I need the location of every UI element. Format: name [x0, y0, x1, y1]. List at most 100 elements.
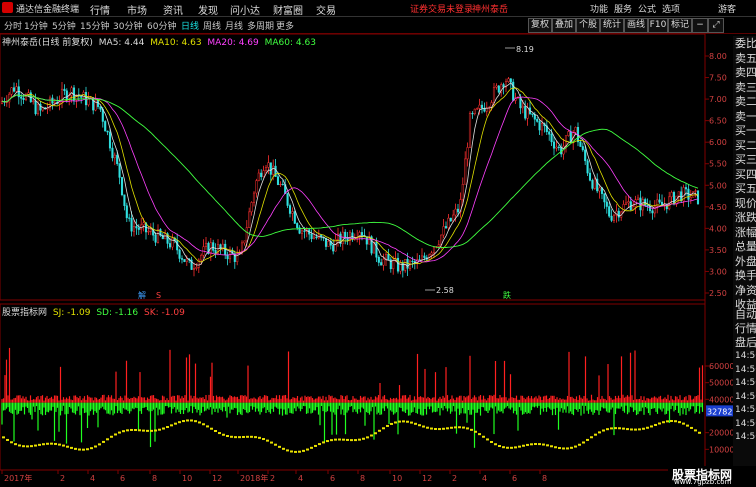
- candle-body-14: [34, 100, 37, 115]
- wave-dot: [30, 445, 33, 448]
- wave-dot: [82, 448, 85, 451]
- wave-dot: [506, 446, 509, 449]
- wave-dot: [346, 438, 349, 441]
- candle-body-195: [468, 113, 472, 148]
- wave-dot: [306, 448, 309, 451]
- candle-body-229: [550, 134, 553, 143]
- candle-body-252: [605, 201, 608, 207]
- price-label-4: 6.00: [709, 138, 727, 147]
- wave-dot: [690, 426, 693, 429]
- wave-dot: [482, 435, 485, 438]
- side-label-11: 现价: [735, 196, 756, 210]
- candle-body-163: [392, 260, 395, 270]
- wave-dot: [66, 445, 69, 448]
- wave-dot: [602, 429, 605, 432]
- candle-body-74: [178, 249, 181, 259]
- wave-dot: [118, 431, 121, 434]
- wave-dot: [310, 446, 313, 449]
- wave-dot: [134, 428, 137, 431]
- candle-body-189: [454, 208, 457, 216]
- date-label-10: 6: [330, 474, 335, 483]
- candle-body-221: [531, 113, 534, 115]
- wave-dot: [386, 424, 389, 427]
- wave-dot: [650, 425, 653, 428]
- wave-dot: [366, 436, 369, 439]
- candle-body-254: [610, 215, 613, 221]
- wave-dot: [426, 426, 429, 429]
- wave-dot: [374, 432, 377, 435]
- candle-body-222: [533, 114, 536, 120]
- wave-dot: [590, 436, 593, 439]
- candle-body-150: [360, 232, 364, 236]
- wave-dot: [330, 439, 333, 442]
- candle-body-49: [118, 163, 121, 178]
- sub-label-5: 10000: [709, 445, 734, 454]
- wave-dot: [562, 447, 565, 450]
- wave-dot: [86, 448, 89, 451]
- date-label-14: 2: [452, 474, 457, 483]
- candle-body-182: [437, 244, 440, 247]
- wave-dot: [654, 423, 657, 426]
- legend-ma10: MA10: 4.63: [150, 38, 202, 48]
- side-label-13: 涨幅: [735, 225, 756, 239]
- candle-body-45: [108, 131, 112, 149]
- price-label-3: 6.50: [709, 117, 727, 126]
- sub-label-1: 50000: [709, 379, 734, 388]
- main-pane-frame: [0, 33, 706, 301]
- wave-dot: [694, 429, 697, 432]
- candle-body-253: [608, 206, 611, 217]
- candle-body-46: [111, 147, 114, 159]
- wave-dot: [362, 437, 365, 440]
- wave-dot: [522, 444, 525, 447]
- candle-body-56: [135, 226, 138, 229]
- wave-dot: [470, 428, 473, 431]
- wave-dot: [38, 443, 41, 446]
- candle-body-255: [612, 214, 616, 221]
- candle-body-26: [63, 88, 66, 92]
- wave-dot: [534, 443, 537, 446]
- candle-body-180: [432, 246, 436, 254]
- wave-dot: [150, 429, 153, 432]
- wave-dot: [266, 439, 269, 442]
- wave-dot: [262, 438, 265, 441]
- candle-body-274: [658, 199, 661, 203]
- side-time-2: 盘后: [735, 336, 756, 349]
- wave-dot: [162, 427, 165, 430]
- low-label: 2.58: [436, 286, 454, 295]
- candle-body-80: [192, 268, 196, 270]
- candle-body-184: [442, 226, 445, 236]
- wave-dot: [614, 427, 617, 430]
- wave-dot: [314, 444, 317, 447]
- wave-dot: [274, 443, 277, 446]
- wave-dot: [206, 425, 209, 428]
- wave-dot: [514, 446, 517, 449]
- candle-body-113: [272, 165, 275, 175]
- candle-body-185: [444, 226, 448, 229]
- wave-dot: [50, 442, 53, 445]
- wave-dot: [642, 427, 645, 430]
- candle-body-223: [536, 119, 539, 122]
- wave-dot: [246, 435, 249, 438]
- candle-body-225: [540, 123, 544, 131]
- wave-dot: [126, 429, 129, 432]
- indicator-bars: [1, 347, 704, 448]
- wave-dot: [510, 446, 513, 449]
- candle-body-104: [250, 202, 253, 213]
- candle-body-236: [567, 131, 570, 136]
- wave-dot: [674, 420, 677, 423]
- wave-dot: [106, 438, 109, 441]
- sub-label-4: 20000: [709, 429, 734, 438]
- candle-body-122: [293, 211, 296, 224]
- wave-dot: [686, 424, 689, 427]
- stock-chart[interactable]: 8.00 7.50 7.00 6.50 6.00 5.50 5.00 4.50 4.00 3.50…: [0, 0, 756, 487]
- candle-body-129: [310, 233, 313, 239]
- candle-body-50: [120, 177, 124, 196]
- wave-dot: [622, 427, 625, 430]
- candle-body-260: [624, 202, 628, 205]
- wave-dot: [114, 433, 117, 436]
- price-label-2: 7.00: [709, 95, 727, 104]
- candle-body-117: [281, 183, 284, 186]
- wave-dot: [626, 428, 629, 431]
- candle-body-231: [555, 146, 558, 149]
- candle-body-52: [125, 205, 128, 219]
